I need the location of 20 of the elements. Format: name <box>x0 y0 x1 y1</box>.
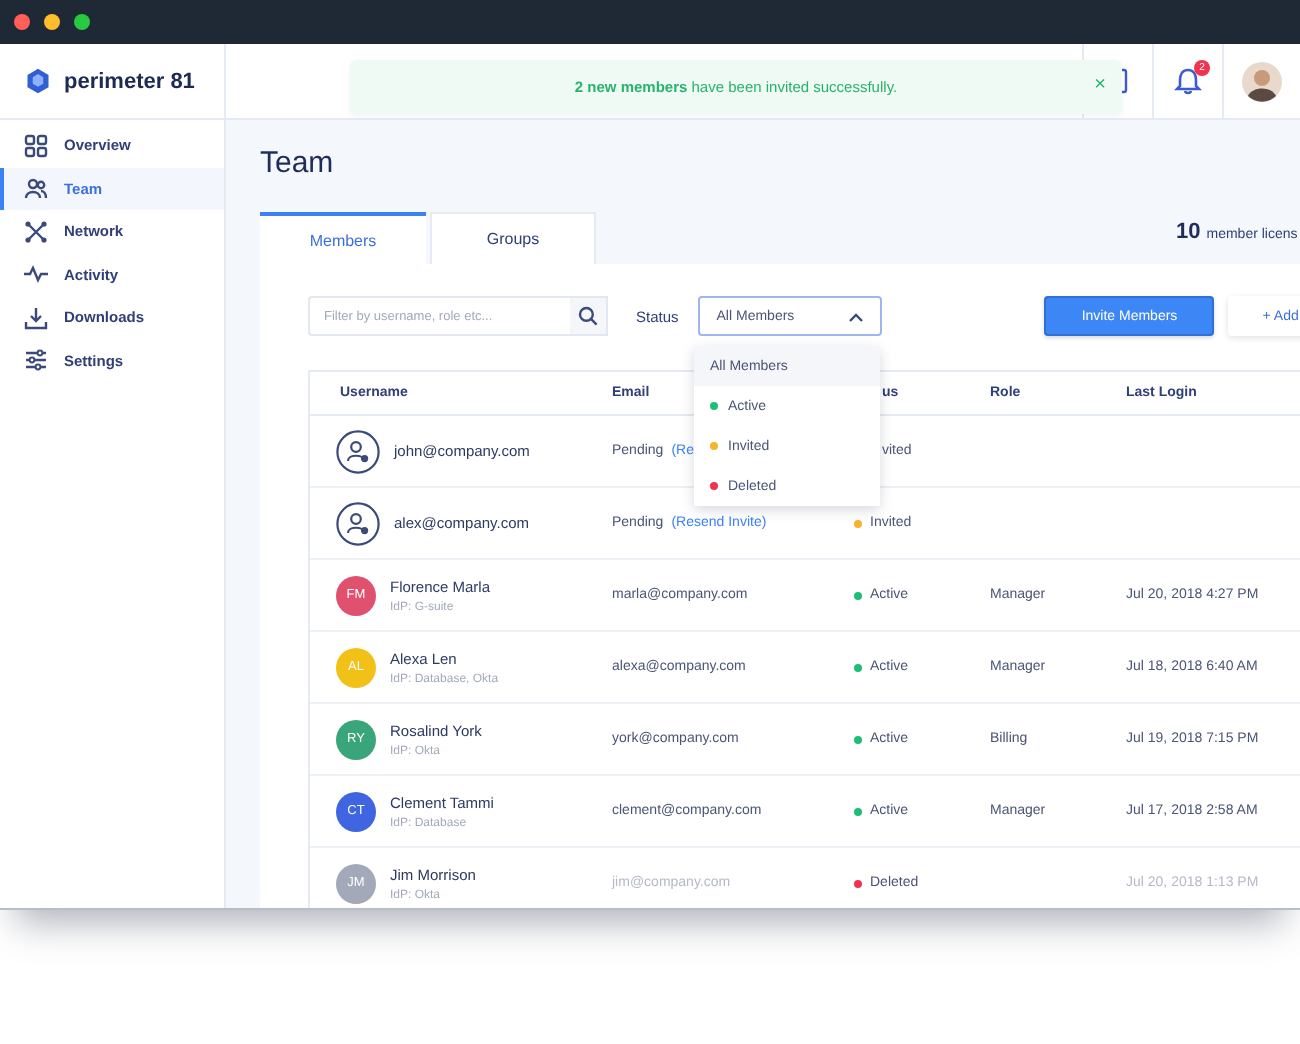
logo-icon <box>24 66 52 96</box>
page-title: Team <box>260 144 336 184</box>
chevron-up-icon <box>848 311 865 321</box>
license-count: 10 <box>1176 220 1201 244</box>
tab[interactable]: Groups <box>430 212 596 264</box>
bell-icon[interactable] <box>1174 66 1202 96</box>
user-outline-icon <box>336 429 380 473</box>
sliders-icon <box>24 348 48 373</box>
avatar-icon[interactable] <box>1242 61 1282 101</box>
user-outline-icon <box>336 501 380 545</box>
minimize-dot-icon[interactable] <box>44 14 60 30</box>
tab[interactable]: Members <box>260 212 426 264</box>
download-icon <box>24 305 48 330</box>
maximize-dot-icon[interactable] <box>74 14 90 30</box>
people-icon <box>24 176 48 201</box>
close-dot-icon[interactable] <box>14 14 30 30</box>
logo-text: perimeter 81 <box>64 69 195 93</box>
grid-icon <box>24 133 48 158</box>
network-icon <box>24 219 48 244</box>
pulse-icon <box>24 262 48 287</box>
